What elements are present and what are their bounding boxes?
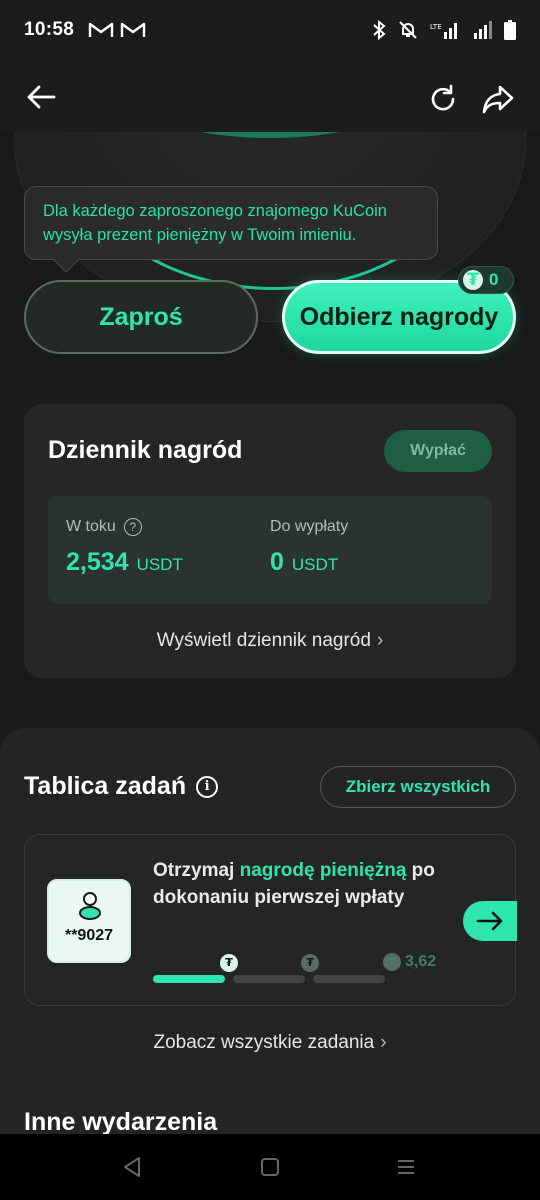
progress-marker: ₮ [301, 953, 319, 972]
svg-text:LTE: LTE [430, 23, 442, 31]
usdt-coin-icon: ₮ [220, 953, 238, 972]
progress-marker: ₮ [220, 953, 238, 972]
task-board-section: Tablica zadań i Zbierz wszystkich **9027… [0, 728, 540, 1134]
status-time: 10:58 [24, 19, 75, 40]
invite-button-label: Zaproś [99, 302, 183, 331]
status-bar: 10:58 LTE [0, 0, 540, 60]
progress-segment [313, 975, 385, 983]
bluetooth-icon [373, 20, 386, 40]
battery-icon [504, 20, 516, 40]
in-progress-unit: USDT [136, 555, 183, 574]
user-masked-id: **9027 [64, 927, 114, 944]
other-events-title: Inne wydarzenia [24, 1108, 218, 1134]
gmail-icon [88, 22, 114, 37]
claim-badge-count: 0 [489, 270, 499, 289]
invite-tooltip: Dla każdego zaproszonego znajomego KuCoi… [24, 186, 438, 273]
back-arrow-icon[interactable] [26, 84, 56, 110]
view-reward-log-link[interactable]: Wyświetl dziennik nagród › [24, 630, 516, 652]
claim-button-label: Odbierz nagrody [299, 302, 499, 331]
reward-stats-panel: W toku ? 2,534 USDT Do wypłaty 0 USDT [48, 496, 492, 604]
progress-segment [153, 975, 225, 983]
arrow-right-icon [476, 911, 503, 931]
payable-unit: USDT [291, 555, 339, 574]
signal-icon [474, 21, 492, 39]
task-description: Otrzymaj nagrodę pieniężną po dokonaniu … [153, 860, 435, 908]
signal-icon: LTE [430, 23, 457, 39]
reward-log-card: Dziennik nagród Wypłać W toku ? 2,534 US… [24, 404, 516, 678]
progress-marker-reward: ₮ 3,62 [383, 953, 436, 971]
tooltip-text: Dla każdego zaproszonego znajomego KuCoi… [43, 202, 387, 244]
usdt-coin-icon: ₮ [463, 270, 483, 290]
refresh-icon[interactable] [428, 84, 458, 114]
gmail-icon [120, 22, 146, 37]
in-progress-label: W toku [66, 518, 116, 535]
invite-button[interactable]: Zaproś [24, 280, 258, 354]
payable-stat: Do wypłaty 0 USDT [270, 518, 348, 577]
top-navigation [0, 60, 540, 132]
collect-all-button[interactable]: Zbierz wszystkich [320, 766, 516, 808]
reward-log-title: Dziennik nagród [48, 436, 243, 464]
user-icon [79, 892, 101, 920]
view-all-tasks-link[interactable]: Zobacz wszystkie zadania › [0, 1032, 540, 1054]
system-back-icon[interactable] [122, 1156, 142, 1178]
withdraw-button[interactable]: Wypłać [384, 430, 492, 472]
payable-label: Do wypłaty [270, 518, 349, 535]
tooltip-arrow [53, 247, 79, 273]
status-indicators: LTE [372, 20, 516, 40]
info-icon[interactable]: i [196, 775, 219, 798]
system-navigation-bar [0, 1134, 540, 1200]
chevron-right-icon: › [380, 1032, 387, 1053]
payable-value: 0 [270, 548, 284, 576]
system-home-icon[interactable] [260, 1158, 280, 1176]
task-reward-amount: 3,62 [405, 953, 437, 970]
share-icon[interactable] [482, 84, 514, 114]
task-board-title: Tablica zadań [24, 772, 187, 800]
main-content[interactable]: Dla każdego zaproszonego znajomego KuCoi… [0, 132, 540, 1134]
task-progress-bar [153, 975, 385, 983]
task-highlight: nagrodę pieniężną [239, 860, 407, 881]
view-reward-log-label: Wyświetl dziennik nagród [156, 630, 371, 651]
task-card[interactable]: **9027 Otrzymaj nagrodę pieniężną po dok… [24, 834, 517, 1006]
task-go-button[interactable] [463, 901, 517, 941]
usdt-coin-icon: ₮ [301, 953, 319, 972]
user-avatar: **9027 [47, 879, 131, 963]
progress-segment [233, 975, 305, 983]
notification-icons [88, 21, 146, 39]
in-progress-stat: W toku ? 2,534 USDT [66, 518, 183, 577]
task-board-heading: Tablica zadań i [24, 772, 219, 801]
withdraw-button-label: Wypłać [410, 442, 466, 459]
claim-count-badge: ₮ 0 [458, 266, 514, 294]
collect-all-label: Zbierz wszystkich [345, 777, 491, 796]
usdt-coin-icon: ₮ [383, 953, 401, 971]
help-icon[interactable]: ? [123, 518, 142, 536]
system-menu-icon[interactable] [396, 1158, 416, 1176]
chevron-right-icon: › [376, 630, 384, 651]
in-progress-value: 2,534 [66, 548, 129, 576]
view-all-tasks-label: Zobacz wszystkie zadania [153, 1032, 375, 1053]
mute-bell-icon [399, 21, 417, 39]
